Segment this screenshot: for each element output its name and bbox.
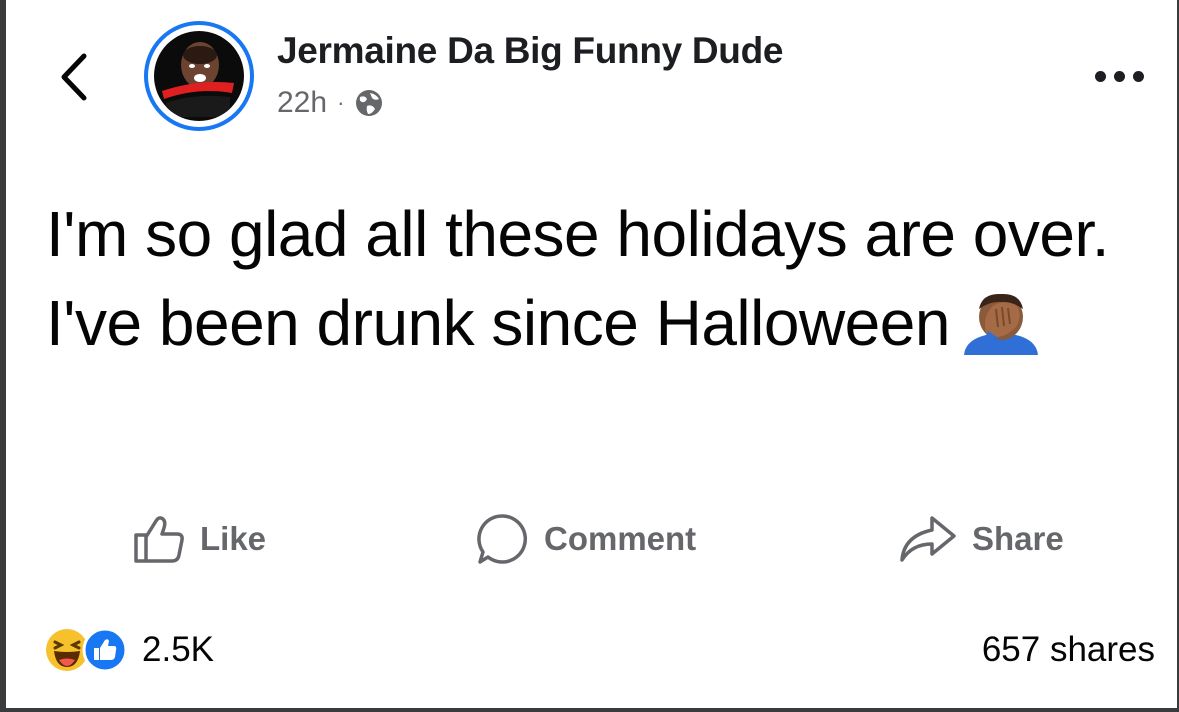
globe-icon bbox=[356, 90, 383, 116]
share-button[interactable]: Share bbox=[898, 510, 1064, 568]
avatar-image bbox=[154, 31, 244, 121]
author-name[interactable]: Jermaine Da Big Funny Dude bbox=[277, 30, 784, 72]
post-meta: 22h · bbox=[277, 84, 384, 122]
like-label: Like bbox=[200, 520, 267, 557]
more-dot bbox=[1133, 70, 1144, 82]
meta-separator: · bbox=[337, 90, 345, 115]
share-label: Share bbox=[972, 520, 1064, 557]
avatar[interactable] bbox=[144, 21, 254, 131]
chevron-left-icon bbox=[61, 53, 87, 101]
comment-button[interactable]: Comment bbox=[476, 510, 696, 568]
more-options-button[interactable] bbox=[1095, 64, 1155, 88]
post-text: I'm so glad all these holidays are over.… bbox=[46, 198, 1110, 359]
comment-label: Comment bbox=[544, 520, 697, 557]
share-arrow-icon bbox=[900, 516, 956, 562]
more-dot bbox=[1095, 70, 1106, 82]
speech-bubble-icon bbox=[477, 514, 528, 564]
like-button[interactable]: Like bbox=[132, 510, 266, 568]
back-button[interactable] bbox=[56, 52, 96, 102]
thumbs-up-icon bbox=[134, 516, 184, 563]
like-reaction-icon bbox=[82, 627, 128, 673]
reactions-summary[interactable]: 2.5K bbox=[44, 624, 214, 676]
shares-count[interactable]: 657 shares bbox=[982, 624, 1155, 676]
post-body: I'm so glad all these holidays are over.… bbox=[46, 190, 1156, 378]
reaction-count: 2.5K bbox=[142, 630, 214, 669]
post-time[interactable]: 22h bbox=[277, 86, 327, 120]
facepalm-emoji bbox=[960, 289, 1042, 378]
post-card: Jermaine Da Big Funny Dude 22h · I'm so … bbox=[6, 0, 1177, 708]
more-dot bbox=[1114, 70, 1125, 82]
